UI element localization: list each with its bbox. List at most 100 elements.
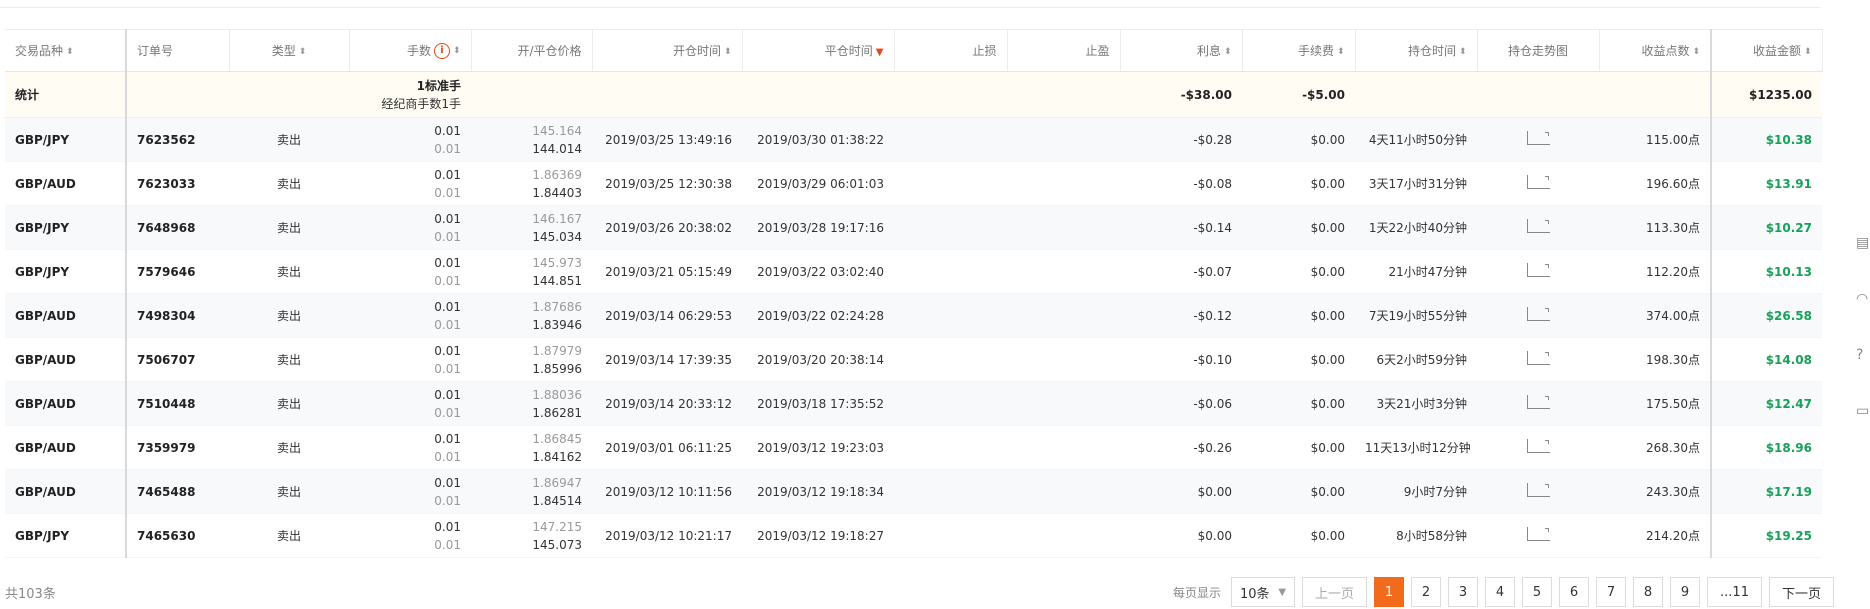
line-chart-icon[interactable]	[1526, 351, 1550, 365]
trend-chart-cell[interactable]	[1477, 469, 1599, 514]
lot-open: 0.01	[434, 211, 461, 226]
sort-icon[interactable]: ⬍	[299, 47, 307, 56]
open-time-cell: 2019/03/25 13:49:16	[592, 117, 742, 162]
open-time-cell: 2019/03/14 06:29:53	[592, 293, 742, 338]
page-button[interactable]: ...11	[1707, 577, 1762, 607]
trend-chart-cell[interactable]	[1477, 337, 1599, 382]
col-open-time[interactable]: 开仓时间 ⬍	[592, 29, 743, 72]
sort-icon[interactable]: ⬍	[724, 47, 732, 56]
trend-chart-cell[interactable]	[1477, 205, 1599, 250]
col-interest[interactable]: 利息 ⬍	[1120, 29, 1243, 72]
trend-chart-cell[interactable]	[1477, 425, 1599, 470]
col-fee[interactable]: 手续费 ⬍	[1242, 29, 1356, 72]
line-chart-icon[interactable]	[1526, 439, 1550, 453]
table-row: GBP/AUD 7510448 卖出 0.01 0.01 1.88036 1.8…	[5, 381, 1822, 426]
next-page-button[interactable]: 下一页	[1768, 577, 1834, 607]
page-button[interactable]: 2	[1411, 577, 1442, 607]
col-profit-amount[interactable]: 收益金额 ⬍	[1711, 29, 1823, 72]
hold-time-cell: 3天21小时3分钟	[1355, 381, 1477, 426]
interest-cell: -$0.14	[1120, 205, 1242, 250]
points-cell: 198.30点	[1599, 337, 1712, 382]
page-button[interactable]: 7	[1596, 577, 1627, 607]
headset-icon[interactable]: ◠	[1856, 291, 1870, 309]
col-lots[interactable]: 手数 i ⬍	[349, 29, 472, 72]
type-cell: 卖出	[229, 117, 349, 162]
sort-icon[interactable]: ⬍	[1337, 47, 1345, 56]
line-chart-icon[interactable]	[1526, 263, 1550, 277]
lots-cell: 0.01 0.01	[349, 337, 471, 382]
trend-chart-cell[interactable]	[1477, 249, 1599, 294]
sort-icon[interactable]: ⬍	[1692, 47, 1700, 56]
sort-icon[interactable]: ⬍	[453, 47, 461, 56]
col-stop-loss: 止损	[894, 29, 1008, 72]
interest-cell: -$0.07	[1120, 249, 1242, 294]
top-divider	[0, 7, 1820, 8]
interest-cell: -$0.08	[1120, 161, 1242, 206]
price-cell: 1.86947 1.84514	[471, 469, 592, 514]
col-symbol[interactable]: 交易品种 ⬍	[5, 29, 127, 72]
sort-icon[interactable]: ⬍	[66, 47, 74, 56]
page-button[interactable]: 1	[1374, 577, 1405, 607]
type-cell: 卖出	[229, 337, 349, 382]
table-row: GBP/AUD 7506707 卖出 0.01 0.01 1.87979 1.8…	[5, 337, 1822, 382]
fee-cell: $0.00	[1242, 161, 1355, 206]
trend-chart-cell[interactable]	[1477, 161, 1599, 206]
info-icon[interactable]: i	[433, 43, 450, 60]
stats-lots: 1标准手 经纪商手数1手	[349, 71, 471, 118]
line-chart-icon[interactable]	[1526, 219, 1550, 233]
sort-desc-icon[interactable]: ▼	[876, 47, 884, 58]
trend-chart-cell[interactable]	[1477, 293, 1599, 338]
type-cell: 卖出	[229, 161, 349, 206]
line-chart-icon[interactable]	[1526, 527, 1550, 541]
price-cell: 1.86369 1.84403	[471, 161, 592, 206]
sort-icon[interactable]: ⬍	[1224, 47, 1232, 56]
lots-cell: 0.01 0.01	[349, 469, 471, 514]
line-chart-icon[interactable]	[1526, 307, 1550, 321]
col-type[interactable]: 类型 ⬍	[229, 29, 350, 72]
lot-close: 0.01	[434, 361, 461, 376]
page-button[interactable]: 3	[1448, 577, 1479, 607]
stats-row: 统计 1标准手 经纪商手数1手 -$38.00 -$5.00 $1235.00	[5, 71, 1822, 118]
line-chart-icon[interactable]	[1526, 395, 1550, 409]
line-chart-icon[interactable]	[1526, 175, 1550, 189]
sort-icon[interactable]: ⬍	[1459, 47, 1467, 56]
lot-open: 0.01	[434, 299, 461, 314]
stats-label: 统计	[5, 71, 127, 118]
tablet-icon[interactable]: ▭	[1856, 403, 1870, 421]
points-cell: 268.30点	[1599, 425, 1712, 470]
trend-chart-cell[interactable]	[1477, 513, 1599, 558]
trend-chart-cell[interactable]	[1477, 117, 1599, 162]
lot-open: 0.01	[434, 519, 461, 534]
prev-page-button[interactable]: 上一页	[1302, 577, 1368, 607]
document-icon[interactable]: ▤	[1856, 235, 1870, 253]
lot-open: 0.01	[434, 387, 461, 402]
trend-chart-cell[interactable]	[1477, 381, 1599, 426]
sort-icon[interactable]: ⬍	[1804, 47, 1812, 56]
hold-time-cell: 1天22小时40分钟	[1355, 205, 1477, 250]
hold-time-cell: 8小时58分钟	[1355, 513, 1477, 558]
page-button[interactable]: 4	[1485, 577, 1516, 607]
lots-cell: 0.01 0.01	[349, 161, 471, 206]
trade-history-table: 交易品种 ⬍ 订单号 类型 ⬍ 手数 i ⬍ 开/平仓价格 开仓时间 ⬍ 平仓时间 ▼ 止损…	[5, 29, 1823, 558]
page-button[interactable]: 6	[1559, 577, 1590, 607]
symbol-cell: GBP/AUD	[5, 161, 127, 206]
per-page-select[interactable]: 10条 ▼	[1231, 577, 1296, 607]
page-button[interactable]: 8	[1633, 577, 1664, 607]
price-open: 1.86947	[532, 475, 582, 490]
table-row: GBP/JPY 7648968 卖出 0.01 0.01 146.167 145…	[5, 205, 1822, 250]
lot-close: 0.01	[434, 317, 461, 332]
open-time-cell: 2019/03/01 06:11:25	[592, 425, 742, 470]
page-button[interactable]: 9	[1670, 577, 1701, 607]
col-close-time[interactable]: 平仓时间 ▼	[742, 29, 895, 72]
col-profit-points[interactable]: 收益点数 ⬍	[1599, 29, 1712, 72]
points-cell: 374.00点	[1599, 293, 1712, 338]
price-close: 1.86281	[532, 405, 582, 420]
points-cell: 113.30点	[1599, 205, 1712, 250]
help-icon[interactable]: ?	[1856, 347, 1870, 365]
close-time-cell: 2019/03/12 19:23:03	[742, 425, 894, 470]
page-button[interactable]: 5	[1522, 577, 1553, 607]
amount-cell: $17.19	[1711, 469, 1822, 514]
line-chart-icon[interactable]	[1526, 483, 1550, 497]
line-chart-icon[interactable]	[1526, 131, 1550, 145]
col-hold-time[interactable]: 持仓时间 ⬍	[1355, 29, 1478, 72]
